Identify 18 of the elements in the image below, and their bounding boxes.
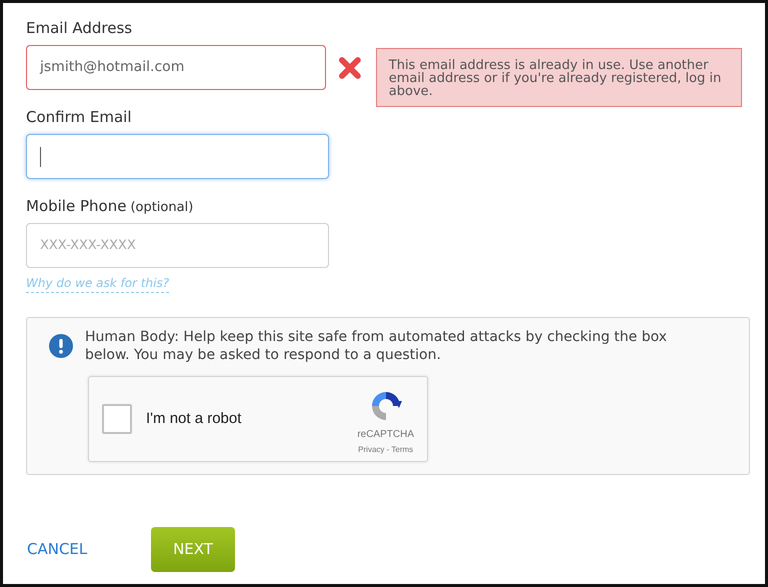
optional-note: (optional) <box>130 198 194 216</box>
recaptcha-brand: reCAPTCHA <box>357 428 414 442</box>
info-icon <box>49 334 73 358</box>
field-label: Email Address <box>26 18 132 38</box>
input-field[interactable] <box>26 134 329 179</box>
next-button[interactable]: NEXT <box>151 527 235 572</box>
field-label: Mobile Phone <box>26 196 126 216</box>
error-x-icon <box>339 57 361 79</box>
privacy-terms-links[interactable]: Privacy - Terms <box>358 444 414 456</box>
error-tooltip: This email address is already in use. Use another email address or if you're already registered, log in above. <box>376 48 742 107</box>
captcha-checkbox[interactable] <box>102 404 132 434</box>
checkbox-label: I'm not a robot <box>146 408 242 429</box>
input-field[interactable]: jsmith@hotmail.com <box>26 45 326 90</box>
cancel-link[interactable]: CANCEL <box>27 538 151 561</box>
captcha-message: Human Body: Help keep this site safe from automated attacks by checking the box below. You may be asked to respond to a question. <box>85 328 668 364</box>
input-field[interactable]: XXX-XXX-XXXX <box>26 223 329 268</box>
field-label: Confirm Email <box>26 106 132 128</box>
text-cursor <box>40 146 41 166</box>
